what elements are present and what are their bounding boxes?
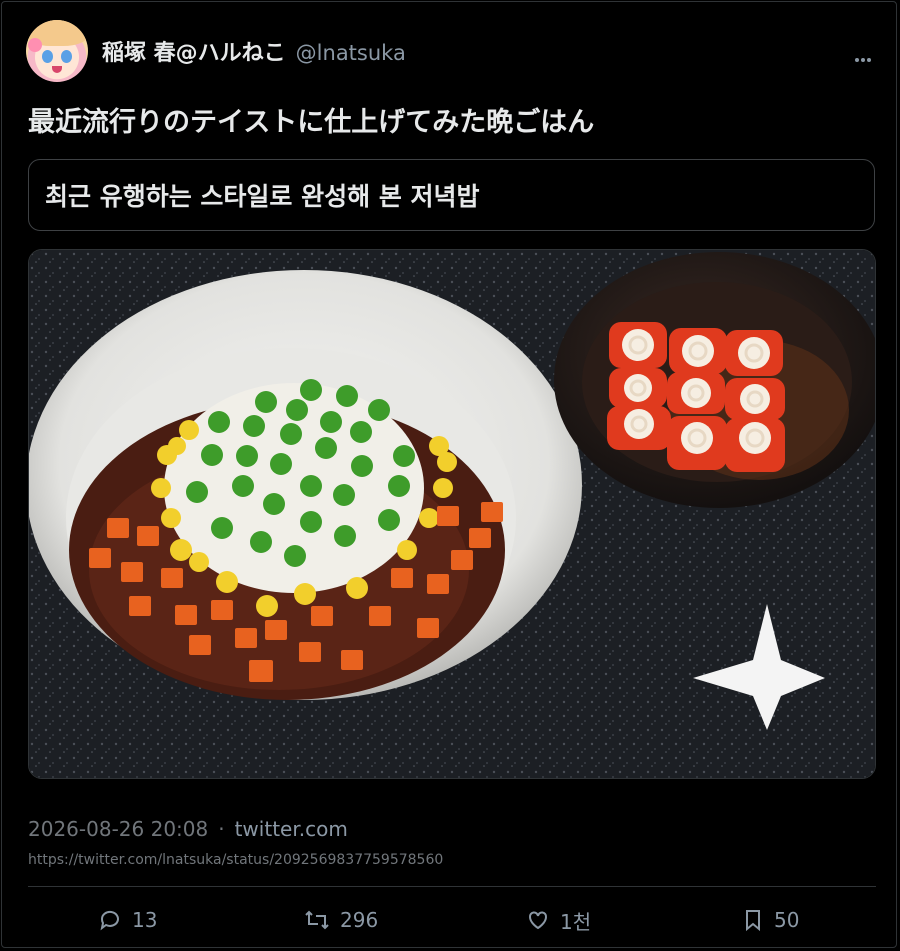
tweet-card: 稲塚 春@ハルねこ @lnatsuka 最近流行りのテイストに仕上げてみた晩ごは… bbox=[1, 1, 897, 948]
bookmark-button[interactable]: 50 bbox=[742, 900, 799, 940]
author-names: 稲塚 春@ハルねこ @lnatsuka bbox=[102, 35, 406, 67]
display-name[interactable]: 稲塚 春@ハルねこ bbox=[102, 35, 286, 67]
bookmark-count: 50 bbox=[774, 908, 800, 932]
source-link[interactable]: twitter.com bbox=[235, 817, 348, 841]
reply-count: 13 bbox=[132, 908, 158, 932]
user-handle[interactable]: @lnatsuka bbox=[296, 41, 406, 65]
retweet-button[interactable]: 296 bbox=[304, 900, 378, 940]
status-url[interactable]: https://twitter.com/lnatsuka/status/2092… bbox=[28, 852, 443, 868]
tweet-text: 最近流行りのテイストに仕上げてみた晩ごはん bbox=[28, 107, 595, 138]
meta-separator: · bbox=[218, 817, 225, 841]
reply-icon bbox=[98, 908, 122, 932]
reply-button[interactable]: 13 bbox=[98, 900, 157, 940]
retweet-count: 296 bbox=[340, 908, 379, 932]
action-bar: 13 296 1천 50 bbox=[28, 900, 876, 940]
bookmark-icon bbox=[742, 908, 764, 932]
translation-text: 최근 유행하는 스타일로 완성해 본 저녁밥 bbox=[45, 182, 480, 211]
divider bbox=[28, 886, 876, 887]
timestamp[interactable]: 2026-08-26 20:08 bbox=[28, 817, 208, 841]
tweet-header: 稲塚 春@ハルねこ @lnatsuka bbox=[26, 20, 406, 82]
heart-icon bbox=[526, 908, 550, 932]
like-count: 1천 bbox=[560, 909, 592, 934]
avatar[interactable] bbox=[26, 20, 88, 82]
more-dots-icon[interactable] bbox=[854, 44, 872, 68]
tweet-photo[interactable] bbox=[28, 249, 876, 779]
like-button[interactable]: 1천 bbox=[526, 900, 591, 940]
retweet-icon bbox=[304, 908, 330, 932]
translation-box: 최근 유행하는 스타일로 완성해 본 저녁밥 bbox=[28, 159, 875, 231]
tweet-meta: 2026-08-26 20:08 · twitter.com bbox=[28, 817, 348, 841]
